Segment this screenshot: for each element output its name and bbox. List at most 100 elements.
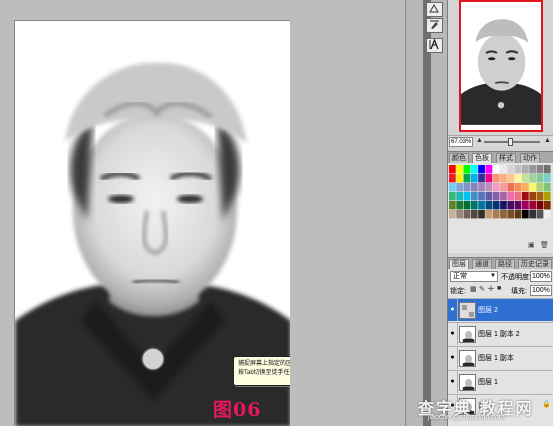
lock-all-icon[interactable]: ■ — [497, 285, 501, 292]
swatch[interactable] — [485, 201, 493, 210]
swatch[interactable] — [543, 165, 551, 174]
layer-row[interactable]: ● 图层 1 — [448, 370, 553, 393]
layer-row[interactable]: ● 图层 1 副本 — [448, 346, 553, 369]
layer-row[interactable]: ● 图层 2 — [448, 298, 553, 321]
swatch[interactable] — [529, 174, 536, 183]
swatch[interactable] — [522, 183, 529, 192]
swatch[interactable] — [529, 201, 536, 210]
swatch[interactable] — [485, 183, 493, 192]
swatch[interactable] — [492, 201, 500, 210]
swatch[interactable] — [522, 165, 529, 174]
swatch[interactable] — [456, 192, 463, 201]
swatch[interactable] — [463, 183, 471, 192]
swatch[interactable] — [529, 183, 536, 192]
zoom-out-icon[interactable]: ▲ — [476, 137, 483, 144]
swatch[interactable] — [478, 201, 485, 210]
swatch[interactable] — [478, 183, 485, 192]
swatch[interactable] — [485, 210, 493, 219]
swatch[interactable] — [514, 192, 522, 201]
swatch[interactable] — [463, 174, 471, 183]
swatch[interactable] — [543, 201, 551, 210]
swatch[interactable] — [478, 165, 485, 174]
swatch[interactable] — [529, 165, 536, 174]
swatch[interactable] — [456, 174, 463, 183]
swatch[interactable] — [522, 192, 529, 201]
swatch[interactable] — [485, 165, 493, 174]
lock-transparency-icon[interactable]: ▦ — [470, 285, 477, 293]
swatch[interactable] — [522, 210, 529, 219]
swatch[interactable] — [514, 165, 522, 174]
zoom-in-icon[interactable]: ▲ — [544, 137, 551, 144]
swatch[interactable] — [500, 174, 507, 183]
swatch[interactable] — [514, 210, 522, 219]
swatch[interactable] — [500, 165, 507, 174]
swatch[interactable] — [449, 201, 456, 210]
swatch[interactable] — [492, 183, 500, 192]
document-image[interactable]: 捕捉屏幕上指定的区域 按Tab切换至徒手任意捕捉 — [14, 20, 290, 426]
visibility-eye-icon[interactable]: ● — [448, 371, 458, 393]
swatch[interactable] — [522, 201, 529, 210]
swatch[interactable] — [456, 183, 463, 192]
swatch[interactable] — [507, 192, 515, 201]
swatch[interactable] — [529, 192, 536, 201]
swatch[interactable] — [492, 174, 500, 183]
swatch[interactable] — [536, 165, 544, 174]
lock-position-icon[interactable]: ✛ — [488, 285, 494, 293]
visibility-eye-icon[interactable]: ● — [448, 323, 458, 345]
swatch[interactable] — [478, 210, 485, 219]
swatch[interactable] — [543, 174, 551, 183]
visibility-eye-icon[interactable]: ● — [448, 347, 458, 369]
swatch[interactable] — [456, 165, 463, 174]
swatch[interactable] — [492, 192, 500, 201]
swatch[interactable] — [478, 174, 485, 183]
swatch[interactable] — [500, 210, 507, 219]
swatch[interactable] — [522, 174, 529, 183]
navigator-thumbnail[interactable] — [459, 0, 543, 132]
swatch[interactable] — [456, 210, 463, 219]
swatch[interactable] — [507, 183, 515, 192]
new-swatch-icon[interactable]: ▣ — [528, 241, 535, 249]
swatch[interactable] — [507, 210, 515, 219]
fill-field[interactable]: 100% — [530, 285, 552, 296]
swatch[interactable] — [449, 192, 456, 201]
swatch[interactable] — [536, 201, 544, 210]
swatch[interactable] — [500, 192, 507, 201]
swatch[interactable] — [449, 183, 456, 192]
swatch[interactable] — [463, 201, 471, 210]
zoom-field[interactable]: 67.03% — [449, 137, 473, 147]
blend-mode-select[interactable]: 正常 ▼ — [450, 271, 498, 282]
character-panel-icon[interactable] — [426, 38, 443, 53]
brush-panel-icon[interactable] — [426, 18, 443, 33]
delete-swatch-icon[interactable]: 🗑 — [540, 241, 549, 249]
swatch[interactable] — [536, 192, 544, 201]
swatch[interactable] — [536, 210, 544, 219]
swatch[interactable] — [529, 210, 536, 219]
swatch[interactable] — [470, 201, 478, 210]
swatch[interactable] — [492, 210, 500, 219]
swatch[interactable] — [478, 192, 485, 201]
swatch[interactable] — [543, 192, 551, 201]
swatch[interactable] — [463, 210, 471, 219]
swatch[interactable] — [543, 210, 551, 219]
swatch[interactable] — [449, 174, 456, 183]
swatch[interactable] — [449, 210, 456, 219]
swatch[interactable] — [507, 165, 515, 174]
swatch[interactable] — [470, 210, 478, 219]
swatch[interactable] — [485, 192, 493, 201]
swatch[interactable] — [536, 183, 544, 192]
swatch[interactable] — [514, 183, 522, 192]
swatch[interactable] — [470, 165, 478, 174]
swatch[interactable] — [507, 174, 515, 183]
swatch[interactable] — [456, 201, 463, 210]
swatch[interactable] — [536, 174, 544, 183]
swatch[interactable] — [470, 174, 478, 183]
swatch[interactable] — [514, 201, 522, 210]
history-panel-icon[interactable] — [426, 2, 443, 17]
swatch[interactable] — [463, 165, 471, 174]
canvas-area[interactable]: 捕捉屏幕上指定的区域 按Tab切换至徒手任意捕捉 图06 — [0, 0, 405, 426]
swatch[interactable] — [463, 192, 471, 201]
swatch[interactable] — [500, 201, 507, 210]
lock-pixels-icon[interactable]: ✎ — [479, 285, 485, 293]
opacity-field[interactable]: 100% — [530, 271, 552, 282]
dock-grip[interactable] — [423, 0, 431, 426]
